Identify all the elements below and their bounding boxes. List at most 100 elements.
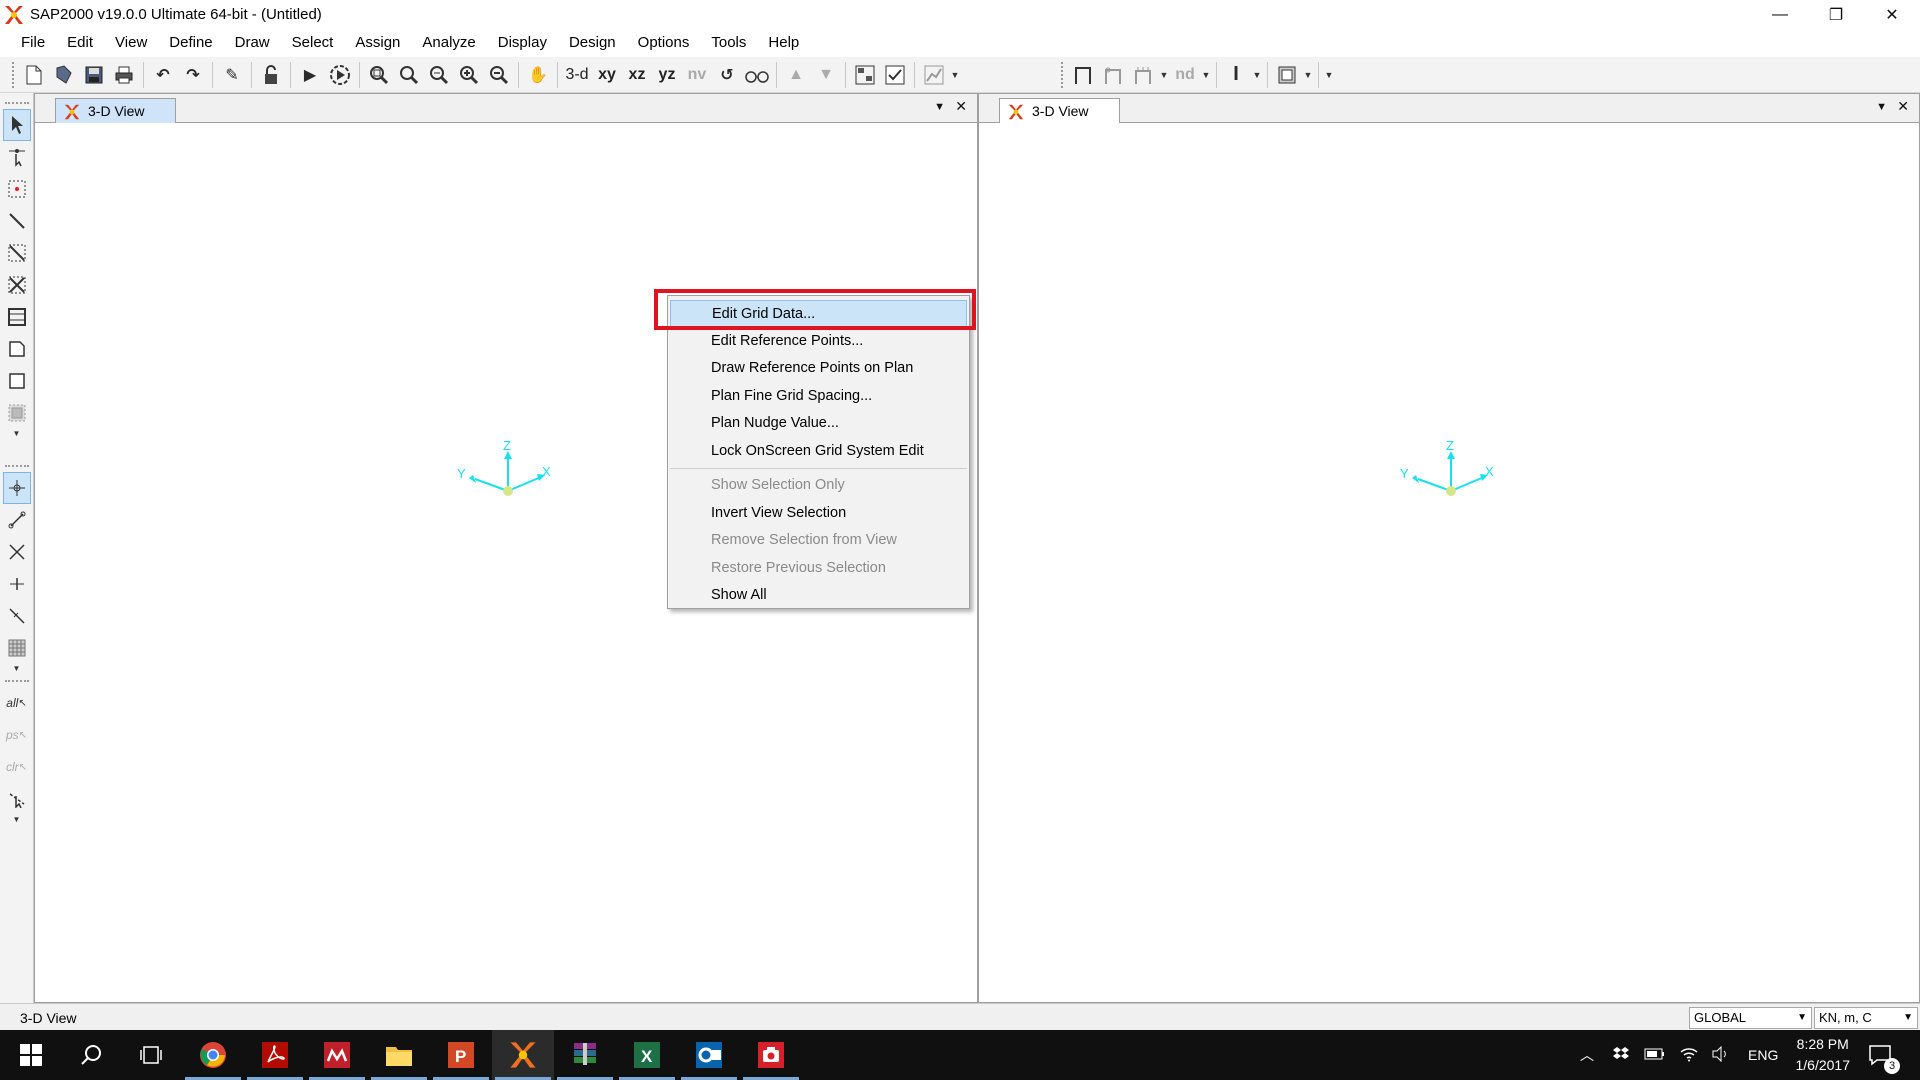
chart-dropdown-icon[interactable]: ▼	[949, 70, 961, 80]
save-icon[interactable]	[79, 60, 109, 90]
coordinate-system-select[interactable]: GLOBAL ▼	[1689, 1007, 1812, 1029]
view-xy-button[interactable]: xy	[592, 60, 622, 90]
move-up-icon[interactable]: ▲	[781, 60, 811, 90]
menu-draw[interactable]: Draw	[224, 29, 281, 57]
perspective-icon[interactable]	[742, 60, 772, 90]
select-all-button[interactable]: all ↖	[3, 687, 31, 719]
section-icon[interactable]: I	[1221, 60, 1251, 90]
tab-3d-view-right[interactable]: 3-D View	[999, 98, 1120, 123]
menu-edit[interactable]: Edit	[56, 29, 104, 57]
tab-3d-view-left[interactable]: 3-D View	[55, 98, 176, 123]
view-xz-button[interactable]: xz	[622, 60, 652, 90]
notifications-icon[interactable]: 3	[1850, 1030, 1910, 1080]
right-view-panel[interactable]: 3-D View ▼ ✕ Z X Y	[978, 93, 1920, 1003]
menu-item-plan-fine-grid-spacing[interactable]: Plan Fine Grid Spacing...	[668, 383, 969, 411]
rotate-view-icon[interactable]: ↺	[712, 60, 742, 90]
pan-hand-icon[interactable]: ✋	[523, 60, 553, 90]
intersecting-line-select-icon[interactable]	[3, 783, 31, 815]
menu-item-remove-selection-from-view[interactable]: Remove Selection from View	[668, 527, 969, 555]
undo-icon[interactable]: ↶	[148, 60, 178, 90]
battery-icon[interactable]	[1644, 1047, 1666, 1064]
menu-file[interactable]: File	[10, 29, 56, 57]
sap2000-taskbar-icon[interactable]	[492, 1030, 554, 1080]
zoom-full-icon[interactable]	[424, 60, 454, 90]
zoom-in-icon[interactable]	[454, 60, 484, 90]
tray-expand-icon[interactable]: ︿	[1580, 1045, 1594, 1065]
menu-options[interactable]: Options	[627, 29, 701, 57]
toolbar-overflow-icon[interactable]: ▼	[1323, 70, 1335, 80]
menu-item-lock-onscreen-grid[interactable]: Lock OnScreen Grid System Edit	[668, 438, 969, 466]
select-dropdown-icon[interactable]: ▼	[13, 815, 21, 825]
quick-draw-secondary-icon[interactable]	[3, 301, 31, 333]
menu-display[interactable]: Display	[487, 29, 558, 57]
menu-tools[interactable]: Tools	[700, 29, 757, 57]
snap-fine-grid-icon[interactable]	[3, 632, 31, 664]
outlook-icon[interactable]	[678, 1030, 740, 1080]
menu-item-show-all[interactable]: Show All	[668, 582, 969, 610]
nd-dropdown-icon[interactable]: ▼	[1200, 70, 1212, 80]
snap-perpendicular-icon[interactable]	[3, 568, 31, 600]
view-nv-button[interactable]: nv	[682, 60, 712, 90]
area-dropdown-icon[interactable]: ▼	[1302, 70, 1314, 80]
reshape-icon[interactable]	[3, 141, 31, 173]
menu-select[interactable]: Select	[281, 29, 345, 57]
snap-points-icon[interactable]	[2, 472, 31, 504]
menu-design[interactable]: Design	[558, 29, 627, 57]
clock[interactable]: 8:28 PM 1/6/2017	[1796, 1034, 1851, 1076]
draw-frame-icon[interactable]	[3, 205, 31, 237]
snap-dropdown-icon[interactable]: ▼	[13, 664, 21, 674]
panel-close-icon[interactable]: ✕	[1897, 98, 1909, 115]
toolbar-grip[interactable]	[12, 61, 15, 88]
volume-icon[interactable]	[1712, 1045, 1730, 1065]
task-view-icon[interactable]	[120, 1030, 182, 1080]
snap-ends-icon[interactable]	[3, 504, 31, 536]
units-select[interactable]: KN, m, C ▼	[1814, 1007, 1918, 1029]
menu-assign[interactable]: Assign	[344, 29, 411, 57]
search-icon[interactable]	[60, 1030, 122, 1080]
menu-define[interactable]: Define	[158, 29, 223, 57]
toolbar-grip-2[interactable]	[1061, 61, 1064, 88]
quick-draw-area-icon[interactable]	[3, 397, 31, 429]
menu-analyze[interactable]: Analyze	[411, 29, 486, 57]
new-file-icon[interactable]	[19, 60, 49, 90]
run-step-icon[interactable]	[325, 60, 355, 90]
wifi-icon[interactable]	[1680, 1046, 1698, 1065]
print-icon[interactable]	[109, 60, 139, 90]
frame-release-icon[interactable]	[1098, 60, 1128, 90]
excel-icon[interactable]: X	[616, 1030, 678, 1080]
screen-capture-icon[interactable]	[740, 1030, 802, 1080]
frame-icon[interactable]	[1068, 60, 1098, 90]
winrar-icon[interactable]	[554, 1030, 616, 1080]
redo-icon[interactable]: ↷	[178, 60, 208, 90]
acrobat-icon[interactable]	[244, 1030, 306, 1080]
lock-icon[interactable]	[256, 60, 286, 90]
menu-item-plan-nudge-value[interactable]: Plan Nudge Value...	[668, 410, 969, 438]
pencil-icon[interactable]: ✎	[217, 60, 247, 90]
language-indicator[interactable]: ENG	[1748, 1047, 1778, 1063]
quick-draw-braces-icon[interactable]	[3, 269, 31, 301]
menu-item-invert-view-selection[interactable]: Invert View Selection	[668, 500, 969, 528]
section-dropdown-icon[interactable]: ▼	[1251, 70, 1263, 80]
draw-poly-area-icon[interactable]	[3, 333, 31, 365]
panel-dropdown-icon[interactable]: ▼	[934, 101, 945, 113]
pointer-icon[interactable]	[2, 109, 31, 141]
zoom-out-icon[interactable]	[484, 60, 514, 90]
minimize-button[interactable]: —	[1752, 0, 1808, 29]
previous-selection-button[interactable]: ps ↖	[3, 719, 31, 751]
restore-button[interactable]: ❐	[1808, 0, 1864, 29]
powerpoint-icon[interactable]: P	[430, 1030, 492, 1080]
snap-lines-icon[interactable]	[3, 600, 31, 632]
panel-dropdown-icon[interactable]: ▼	[1876, 101, 1887, 113]
menu-view[interactable]: View	[104, 29, 158, 57]
panel-close-icon[interactable]: ✕	[955, 98, 967, 115]
dropbox-icon[interactable]	[1612, 1046, 1630, 1065]
frame-load-icon[interactable]	[1128, 60, 1158, 90]
menu-item-show-selection-only[interactable]: Show Selection Only	[668, 472, 969, 500]
zoom-window-icon[interactable]	[364, 60, 394, 90]
clear-selection-button[interactable]: clr ↖	[3, 751, 31, 783]
chart-icon[interactable]	[919, 60, 949, 90]
display-options-icon[interactable]	[850, 60, 880, 90]
close-button[interactable]: ✕	[1864, 0, 1920, 29]
view-yz-button[interactable]: yz	[652, 60, 682, 90]
template-icon[interactable]	[49, 60, 79, 90]
